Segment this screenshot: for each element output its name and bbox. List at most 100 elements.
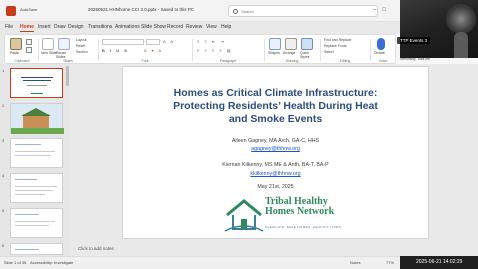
thumbnail-number: 6 <box>2 243 5 248</box>
paragraph-caption: Paragraph <box>219 59 237 63</box>
new-slide-icon[interactable] <box>42 38 54 50</box>
drawing-caption: Drawing <box>285 59 299 63</box>
slide-thumbnail-4[interactable] <box>10 173 63 203</box>
shapes-label: Shapes <box>268 51 280 55</box>
font-format-buttons[interactable]: B I U S <box>102 48 129 53</box>
ribbon-tabs: File Home Insert Draw Design Transitions… <box>0 22 400 34</box>
slide-thumbnail-2[interactable] <box>10 103 64 134</box>
thumbnail-number: 5 <box>2 208 5 213</box>
logo-text: Tribal Healthy Homes Network <box>265 197 334 217</box>
slide-thumbnail-3[interactable] <box>10 138 63 168</box>
notes-button[interactable]: Notes <box>350 260 360 265</box>
accessibility-status[interactable]: Accessibility: Investigate <box>30 260 73 265</box>
shapes-icon[interactable] <box>269 38 281 50</box>
reset-button[interactable]: Reset <box>76 44 85 48</box>
slide-thumbnail-1[interactable] <box>10 68 63 98</box>
group-divider <box>98 39 99 61</box>
tab-view[interactable]: View <box>206 24 217 30</box>
logo-line-2: Homes Network <box>265 206 335 217</box>
section-button[interactable]: Section <box>76 50 88 54</box>
tab-home[interactable]: Home <box>20 24 34 32</box>
slide-thumbnail-panel: 1 2 3 4 5 6 <box>0 64 70 256</box>
reuse-slides-icon[interactable] <box>58 38 70 50</box>
editing-caption: Editing <box>339 59 351 63</box>
clipboard-caption: Clipboard <box>14 59 30 63</box>
thumbnail-number: 4 <box>2 173 5 178</box>
font-group: A A B I U S A ▾ A Font <box>100 37 190 63</box>
tab-design[interactable]: Design <box>68 24 84 30</box>
copy-icon[interactable] <box>26 47 32 53</box>
cut-icon[interactable] <box>26 39 32 45</box>
list-buttons[interactable]: ≡ ≡ ⇤ ⇥ <box>197 39 226 44</box>
search-placeholder: Search <box>241 9 254 14</box>
presenter-2[interactable]: Kiernan Kilkenny, MS ME & Anth, BA-T, BA… <box>123 162 428 168</box>
autosave-toggle[interactable]: AutoSave <box>20 7 37 12</box>
slides-caption: Slides <box>63 59 73 63</box>
find-replace-button[interactable]: Find and Replace <box>324 38 351 42</box>
tab-file[interactable]: File <box>5 24 13 30</box>
arrange-icon[interactable] <box>285 38 297 50</box>
reuse-slides-label: Reuse Slides <box>56 51 67 59</box>
font-caption: Font <box>141 59 149 63</box>
tab-record[interactable]: Record <box>167 24 183 30</box>
tribal-healthy-homes-logo: Tribal Healthy Homes Network CLEAN AIR. … <box>223 195 343 235</box>
slide-counter: Slide 1 of 35 <box>4 260 27 265</box>
group-divider <box>370 39 371 61</box>
tab-help[interactable]: Help <box>221 24 231 30</box>
font-size-buttons[interactable]: A A <box>163 39 175 44</box>
group-divider <box>264 39 265 61</box>
editing-group: Find and Replace Replace Fonts Select Ed… <box>322 37 368 63</box>
participant-name-label: TTP Events 3 <box>397 37 431 44</box>
tab-slide-show[interactable]: Slide Show <box>141 24 166 30</box>
font-size-select[interactable] <box>146 39 160 45</box>
drawing-group: Shapes Arrange Quick Styles Drawing <box>266 37 318 63</box>
new-slide-label: New Slide <box>41 51 57 55</box>
paragraph-group: ≡ ≡ ⇤ ⇥ ≡ ≡ ≡ ≡ ▤ Paragraph <box>194 37 262 63</box>
thumbnail-scrollbar[interactable] <box>66 66 69 86</box>
paste-icon[interactable] <box>10 38 22 50</box>
participant-silhouette <box>454 32 468 58</box>
zoom-level[interactable]: 77% <box>386 260 394 265</box>
tab-review[interactable]: Review <box>186 24 202 30</box>
arrange-label: Arrange <box>283 51 296 55</box>
notes-pane[interactable]: Click to add notes <box>72 244 402 254</box>
quick-styles-label: Quick Styles <box>300 51 310 59</box>
slide-thumbnail-6[interactable] <box>10 243 63 255</box>
powerpoint-logo-icon <box>6 6 16 16</box>
voice-caption: Voice <box>378 59 388 63</box>
tab-animations[interactable]: Animations <box>115 24 140 30</box>
search-icon <box>233 9 238 14</box>
align-buttons[interactable]: ≡ ≡ ≡ ≡ ▤ <box>197 48 233 53</box>
microphone-icon[interactable] <box>377 38 385 50</box>
replace-button[interactable]: Replace Fonts <box>324 44 347 48</box>
presenter-2-email-link[interactable]: kkilkenny@thhnw.org <box>123 171 428 177</box>
slides-group: New Slide Reuse Slides Layout Reset Sect… <box>40 37 96 63</box>
presenter-1[interactable]: Aileen Gagney, MA Arch, GA-C, HHS <box>123 138 428 144</box>
quick-styles-icon[interactable] <box>301 38 313 50</box>
search-input[interactable]: Search <box>228 5 378 17</box>
select-button[interactable]: Select <box>324 50 334 54</box>
font-name-select[interactable] <box>102 39 144 45</box>
window-controls[interactable]: –□ <box>373 7 392 13</box>
presenter-1-email-link[interactable]: agagney@thhnw.org <box>123 146 428 152</box>
slide-canvas[interactable]: Homes as Critical Climate Infrastructure… <box>122 66 429 239</box>
voice-group: Dictate Voice <box>372 37 394 63</box>
tab-transitions[interactable]: Transitions <box>88 24 112 30</box>
layout-button[interactable]: Layout <box>76 38 87 42</box>
dictate-label: Dictate <box>374 51 385 55</box>
font-color-buttons[interactable]: A ▾ A <box>144 48 163 53</box>
tab-draw[interactable]: Draw <box>54 24 66 30</box>
slide-thumbnail-5[interactable] <box>10 208 63 238</box>
presentation-date[interactable]: May 21st, 2025 <box>123 184 428 190</box>
paste-label: Paste <box>10 51 19 55</box>
video-participant-tile[interactable] <box>400 0 478 58</box>
tab-insert[interactable]: Insert <box>38 24 51 30</box>
powerpoint-window: AutoSave 20250521 HHNhome CCI 2.0.pptx -… <box>0 0 478 269</box>
slide-title[interactable]: Homes as Critical Climate Infrastructure… <box>123 87 428 126</box>
logo-tagline: CLEAN AIR. SAFE HOMES. HEALTHY LIVES. <box>265 225 343 229</box>
group-divider <box>320 39 321 61</box>
house-logo-icon <box>224 199 264 232</box>
system-clock: 2025-06-21 14:02:29 <box>416 259 463 265</box>
thumbnail-number: 3 <box>2 138 5 143</box>
group-divider <box>38 39 39 61</box>
